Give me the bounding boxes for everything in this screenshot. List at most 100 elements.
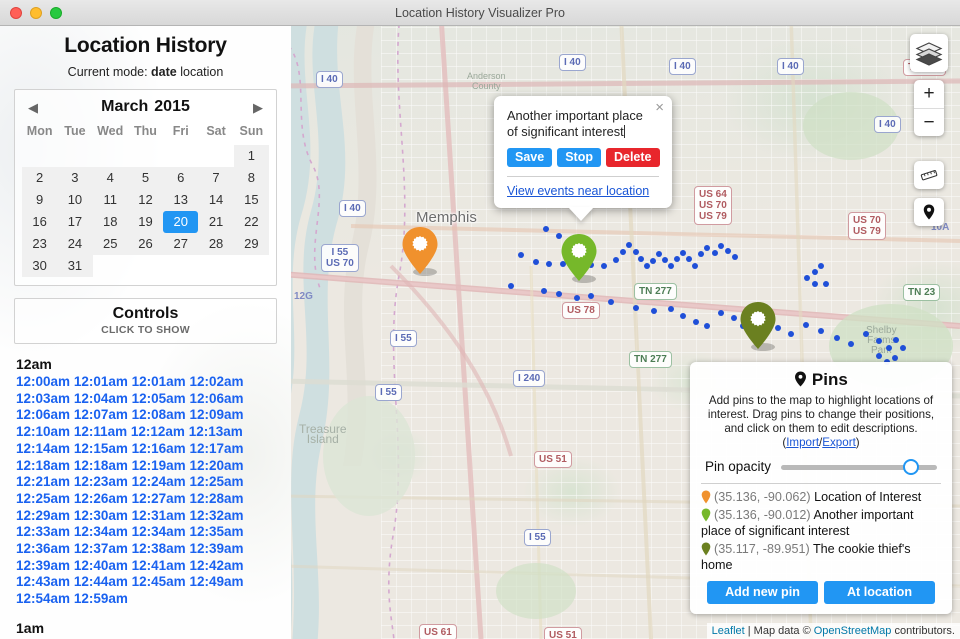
calendar-day-cell[interactable]: 3 [57,167,93,189]
calendar-day-21[interactable]: 21 [198,211,233,233]
calendar-day-cell[interactable]: 10 [57,189,93,211]
calendar-day-cell[interactable]: 6 [163,167,199,189]
calendar-day-4[interactable]: 4 [93,167,128,189]
calendar-day-13[interactable]: 13 [163,189,198,211]
time-entry[interactable]: 12:03am [16,391,70,406]
time-entry[interactable]: 12:16am [132,441,186,456]
time-entry[interactable]: 12:27am [132,491,186,506]
stop-button[interactable]: Stop [557,148,601,167]
calendar-day-14[interactable]: 14 [198,189,233,211]
calendar-day-cell[interactable]: 1 [233,145,269,167]
time-entry[interactable]: 12:21am [16,474,70,489]
calendar-day-7[interactable]: 7 [198,167,233,189]
time-entry[interactable]: 12:19am [132,458,186,473]
import-link[interactable]: Import [786,436,819,449]
calendar-day-cell[interactable]: 2 [22,167,58,189]
calendar-day-cell[interactable]: 14 [198,189,234,211]
time-entry[interactable]: 12:24am [132,474,186,489]
time-entry[interactable]: 12:26am [74,491,128,506]
map-marker-cookie-thiefs-home[interactable] [739,301,777,351]
time-entry[interactable]: 12:18am [74,458,128,473]
calendar-day-12[interactable]: 12 [128,189,163,211]
time-entry[interactable]: 12:04am [74,391,128,406]
calendar-day-23[interactable]: 23 [22,233,57,255]
calendar-day-20[interactable]: 20 [163,211,199,233]
list-item[interactable]: (35.136, -90.062) Location of Interest [701,490,941,506]
calendar-day-cell[interactable]: 18 [92,211,128,233]
time-entry[interactable]: 12:06am [189,391,243,406]
calendar-day-cell[interactable]: 31 [57,255,93,277]
calendar-day-24[interactable]: 24 [57,233,92,255]
zoom-in-button[interactable]: + [914,80,944,108]
calendar-day-cell[interactable]: 28 [198,233,234,255]
calendar-day-cell[interactable]: 20 [163,211,199,233]
leaflet-link[interactable]: Leaflet [712,625,745,637]
calendar-day-cell[interactable]: 25 [92,233,128,255]
time-entry[interactable]: 12:33am [16,524,70,539]
time-entry[interactable]: 12:34am [132,524,186,539]
time-entry[interactable]: 12:25am [16,491,70,506]
calendar-day-8[interactable]: 8 [234,167,269,189]
measure-control-button[interactable] [914,161,944,189]
time-entry[interactable]: 12:38am [132,541,186,556]
map-canvas[interactable]: AndersonCounty TreasureIsland ShelbyFarm… [291,26,960,639]
time-entry[interactable]: 12:17am [189,441,243,456]
time-entry[interactable]: 12:11am [74,424,127,439]
calendar-day-22[interactable]: 22 [234,211,269,233]
map-marker-another-important-place[interactable] [560,233,598,283]
calendar-day-3[interactable]: 3 [57,167,92,189]
calendar-day-cell[interactable]: 30 [22,255,58,277]
time-entry[interactable]: 12:35am [189,524,243,539]
time-entry[interactable]: 12:01am [74,374,128,389]
list-item[interactable]: (35.136, -90.012) Another important plac… [701,508,941,539]
time-entry[interactable]: 12:54am [16,591,70,606]
calendar-day-cell[interactable]: 21 [198,211,234,233]
time-entry[interactable]: 12:10am [16,424,70,439]
time-entry[interactable]: 12:09am [189,407,243,422]
time-entry[interactable]: 12:29am [16,508,70,523]
pin-opacity-slider[interactable] [781,458,937,475]
time-entry[interactable]: 12:05am [132,391,186,406]
time-entry[interactable]: 12:12am [131,424,185,439]
delete-button[interactable]: Delete [605,148,660,167]
calendar-day-30[interactable]: 30 [22,255,57,277]
time-entry[interactable]: 12:20am [189,458,243,473]
calendar-day-26[interactable]: 26 [128,233,163,255]
locate-control-button[interactable] [914,198,944,226]
time-entry[interactable]: 12:02am [189,374,243,389]
calendar-day-cell[interactable]: 11 [92,189,128,211]
calendar-day-17[interactable]: 17 [57,211,92,233]
export-link[interactable]: Export [822,436,856,449]
calendar-day-cell[interactable]: 5 [127,167,164,189]
calendar-day-2[interactable]: 2 [22,167,57,189]
slider-thumb[interactable] [902,458,919,475]
calendar-day-cell[interactable]: 19 [127,211,164,233]
layers-control-button[interactable] [910,34,948,72]
time-entry[interactable]: 12:44am [74,574,128,589]
calendar-day-cell[interactable]: 12 [127,189,164,211]
time-entry[interactable]: 12:40am [74,558,128,573]
close-icon[interactable]: × [655,100,664,115]
calendar-day-16[interactable]: 16 [22,211,57,233]
time-entry[interactable]: 12:34am [74,524,128,539]
calendar-day-cell[interactable]: 26 [127,233,164,255]
time-entry[interactable]: 12:13am [189,424,243,439]
calendar-day-19[interactable]: 19 [128,211,163,233]
add-new-pin-button[interactable]: Add new pin [707,581,818,604]
prev-month-button[interactable]: ◀ [28,101,38,114]
calendar-day-cell[interactable]: 16 [22,211,58,233]
calendar-day-29[interactable]: 29 [234,233,269,255]
calendar-day-cell[interactable]: 22 [233,211,269,233]
calendar-day-15[interactable]: 15 [234,189,269,211]
time-entry[interactable]: 12:15am [74,441,128,456]
calendar-day-cell[interactable]: 7 [198,167,234,189]
at-location-button[interactable]: At location [824,581,935,604]
calendar-day-cell[interactable]: 13 [163,189,199,211]
time-entry[interactable]: 12:59am [74,591,128,606]
calendar-day-cell[interactable]: 8 [233,167,269,189]
time-entry[interactable]: 12:30am [74,508,128,523]
openstreetmap-link[interactable]: OpenStreetMap [814,625,892,637]
calendar-day-27[interactable]: 27 [163,233,198,255]
popup-description-input[interactable]: Another important place of significant i… [507,108,659,140]
time-entry[interactable]: 12:07am [74,407,128,422]
